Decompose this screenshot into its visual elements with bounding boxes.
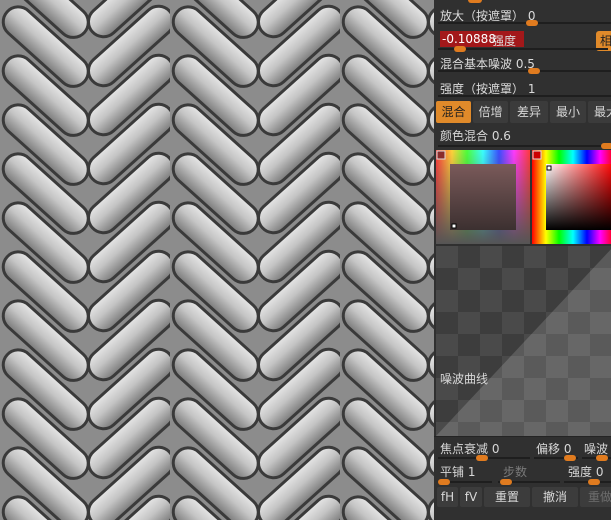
color-blend-track[interactable] — [438, 145, 611, 147]
strength-mask-label: 强度（按遮罩） — [440, 82, 525, 96]
strength-mask-value: 1 — [527, 82, 536, 96]
mix-base-noise-slider[interactable]: 混合基本噪波 0.5 — [434, 52, 611, 74]
top-slider-knob[interactable] — [468, 0, 482, 3]
reset-button[interactable]: 重置 — [484, 487, 530, 507]
strength-mask-slider[interactable]: 强度（按遮罩） 1 — [434, 77, 611, 97]
focal-falloff-value: 0 — [491, 442, 500, 456]
tile-knob[interactable] — [438, 479, 450, 485]
strength2-label: 强度 — [568, 465, 593, 479]
color-blend-label: 颜色混合 — [440, 129, 489, 143]
noise-knob[interactable] — [596, 455, 608, 461]
zoom-mask-knob[interactable] — [526, 20, 538, 26]
mode-blend[interactable]: 混合 — [436, 101, 471, 123]
noise-settings-panel: 放大（按遮罩） 0 -0.10888 强度 相 混合基本噪波 0.5 强度（按遮… — [434, 0, 611, 520]
zoom-mask-slider[interactable]: 放大（按遮罩） 0 — [434, 4, 611, 26]
tile-label: 平铺 — [440, 465, 465, 479]
zoom-mask-label: 放大（按遮罩） — [440, 9, 525, 23]
focal-falloff-label: 焦点衰减 — [440, 442, 489, 456]
steps-knob[interactable] — [500, 479, 512, 485]
flip-h-button[interactable]: fH — [437, 487, 458, 507]
mode-difference[interactable]: 差异 — [510, 101, 548, 123]
mode-min[interactable]: 最小 — [550, 101, 586, 123]
offset-value: 0 — [563, 442, 572, 456]
strength2-value: 0 — [595, 465, 604, 479]
secondary-color-picker[interactable] — [436, 150, 530, 244]
noise-curve-editor[interactable] — [436, 246, 611, 436]
tile-value: 1 — [467, 465, 476, 479]
separator — [434, 436, 611, 437]
color-blend-value: 0.6 — [491, 129, 511, 143]
flip-v-button[interactable]: fV — [460, 487, 482, 507]
redo-button[interactable]: 重做 — [580, 487, 611, 507]
offset-knob[interactable] — [564, 455, 576, 461]
noise-curve-label: 噪波曲线 — [440, 372, 489, 386]
herringbone-surface — [0, 0, 434, 520]
focal-falloff-knob[interactable] — [476, 455, 488, 461]
zoom-mask-track[interactable] — [438, 20, 611, 26]
strength-mask-track[interactable] — [438, 95, 611, 97]
undo-button[interactable]: 撤消 — [532, 487, 578, 507]
strength-label: 强度 — [492, 34, 517, 48]
mix-base-noise-knob[interactable] — [528, 68, 540, 74]
noise-preview-viewport[interactable] — [0, 0, 434, 520]
blend-mode-tabs: 混合 倍增 差异 最小 最大 — [436, 101, 611, 123]
offset-label: 偏移 — [536, 442, 561, 456]
steps-label: 步数 — [503, 465, 528, 479]
strength2-knob[interactable] — [588, 479, 600, 485]
mode-max[interactable]: 最大 — [588, 101, 611, 123]
mode-multiply[interactable]: 倍增 — [473, 101, 508, 123]
mix-base-noise-label: 混合基本噪波 — [440, 57, 513, 71]
primary-color-picker[interactable] — [532, 150, 611, 244]
mix-base-noise-track[interactable] — [438, 68, 611, 74]
color-pickers — [434, 148, 611, 246]
